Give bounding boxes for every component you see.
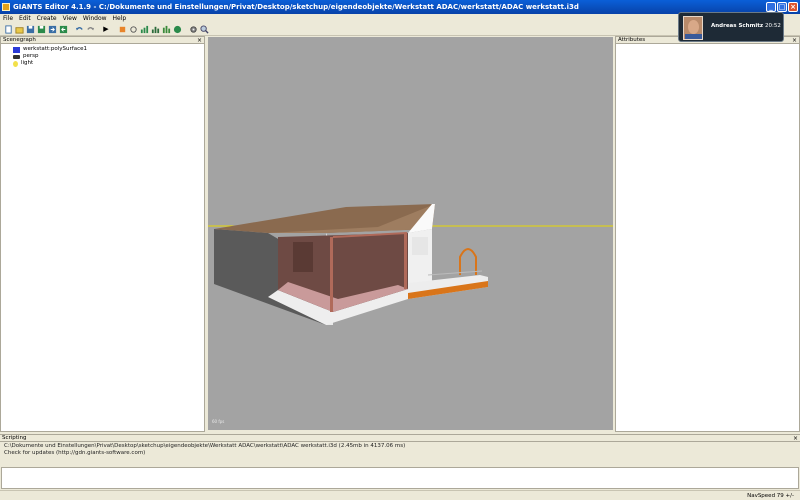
window-controls: _ □ × [766, 2, 798, 12]
scripting-header: Scripting × [0, 435, 800, 442]
scenegraph-close-button[interactable]: × [197, 37, 202, 44]
new-icon[interactable] [3, 24, 13, 34]
menu-help[interactable]: Help [110, 14, 130, 23]
tree-item-light[interactable]: light [5, 60, 204, 67]
nav-speed: NavSpeed 79 +/- [747, 493, 794, 499]
attributes-panel: Attributes × [615, 36, 800, 432]
frame-post [404, 233, 407, 289]
terrain-icon[interactable] [150, 24, 160, 34]
status-bar: NavSpeed 79 +/- [0, 490, 800, 500]
scenegraph-title: Scenegraph [3, 37, 36, 43]
attributes-title: Attributes [618, 37, 646, 43]
close-button[interactable]: × [788, 2, 798, 12]
minimize-button[interactable]: _ [766, 2, 776, 12]
script-input[interactable] [1, 467, 799, 489]
menu-file[interactable]: File [0, 14, 16, 23]
export-icon[interactable] [47, 24, 57, 34]
scale-icon[interactable] [139, 24, 149, 34]
tree-item-label: werkstatt:polySurface1 [23, 46, 87, 52]
paint-icon[interactable] [161, 24, 171, 34]
tree-item-label: persp [23, 53, 39, 59]
maximize-button[interactable]: □ [777, 2, 787, 12]
foliage-icon[interactable] [172, 24, 182, 34]
settings-icon[interactable] [188, 24, 198, 34]
rotate-icon[interactable] [128, 24, 138, 34]
open-icon[interactable] [14, 24, 24, 34]
scenegraph-tree: werkstatt:polySurface1 persp light [1, 44, 204, 67]
user-notification[interactable]: Andreas Schmitz 20:52 [678, 12, 784, 42]
script-log: C:\Dokumente und Einstellungen\Privat\De… [1, 443, 799, 467]
redo-icon[interactable] [85, 24, 95, 34]
scenegraph-panel: Scenegraph × werkstatt:polySurface1 pers… [0, 36, 205, 432]
avatar [683, 16, 703, 40]
play-icon[interactable]: ▶ [101, 24, 111, 34]
menu-view[interactable]: View [60, 14, 80, 23]
toolbar-separator [183, 24, 187, 34]
log-line: Check for updates (http://gdn.giants-sof… [4, 450, 146, 456]
save-icon[interactable] [25, 24, 35, 34]
toolbar-separator [112, 24, 116, 34]
light-icon [13, 60, 18, 67]
camera-icon [13, 54, 20, 59]
scripting-title: Scripting [2, 435, 27, 441]
zoom-icon[interactable] [199, 24, 209, 34]
attributes-close-button[interactable]: × [792, 37, 797, 44]
toolbar-separator [96, 24, 100, 34]
user-time: 20:52 [765, 23, 781, 29]
scripting-panel: Scripting × C:\Dokumente und Einstellung… [0, 434, 800, 490]
railing-arch [459, 248, 477, 275]
tree-item-polysurface[interactable]: werkstatt:polySurface1 [5, 46, 204, 53]
move-icon[interactable] [117, 24, 127, 34]
menu-window[interactable]: Window [80, 14, 110, 23]
user-name: Andreas Schmitz [711, 23, 764, 29]
log-line: C:\Dokumente und Einstellungen\Privat\De… [4, 443, 406, 449]
menu-edit[interactable]: Edit [16, 14, 34, 23]
scripting-close-button[interactable]: × [793, 435, 798, 442]
scenegraph-header: Scenegraph × [1, 37, 204, 44]
frame-post [330, 237, 333, 312]
tree-item-persp[interactable]: persp [5, 53, 204, 60]
app-icon [2, 3, 10, 11]
toolbar-separator [69, 24, 73, 34]
3d-viewport[interactable]: 60 fps [208, 37, 613, 430]
save-as-icon[interactable] [36, 24, 46, 34]
tree-item-label: light [21, 60, 34, 66]
scene-render [208, 204, 613, 325]
railing [427, 270, 483, 276]
fps-counter: 60 fps [212, 419, 225, 424]
building-window [412, 237, 428, 255]
undo-icon[interactable] [74, 24, 84, 34]
import-icon[interactable] [58, 24, 68, 34]
viewport-frame: 60 fps [205, 36, 615, 432]
interior-partition [293, 242, 313, 272]
cube-icon [13, 46, 20, 53]
window-title: GIANTS Editor 4.1.9 - C:/Dokumente und E… [13, 3, 579, 11]
menu-create[interactable]: Create [34, 14, 60, 23]
